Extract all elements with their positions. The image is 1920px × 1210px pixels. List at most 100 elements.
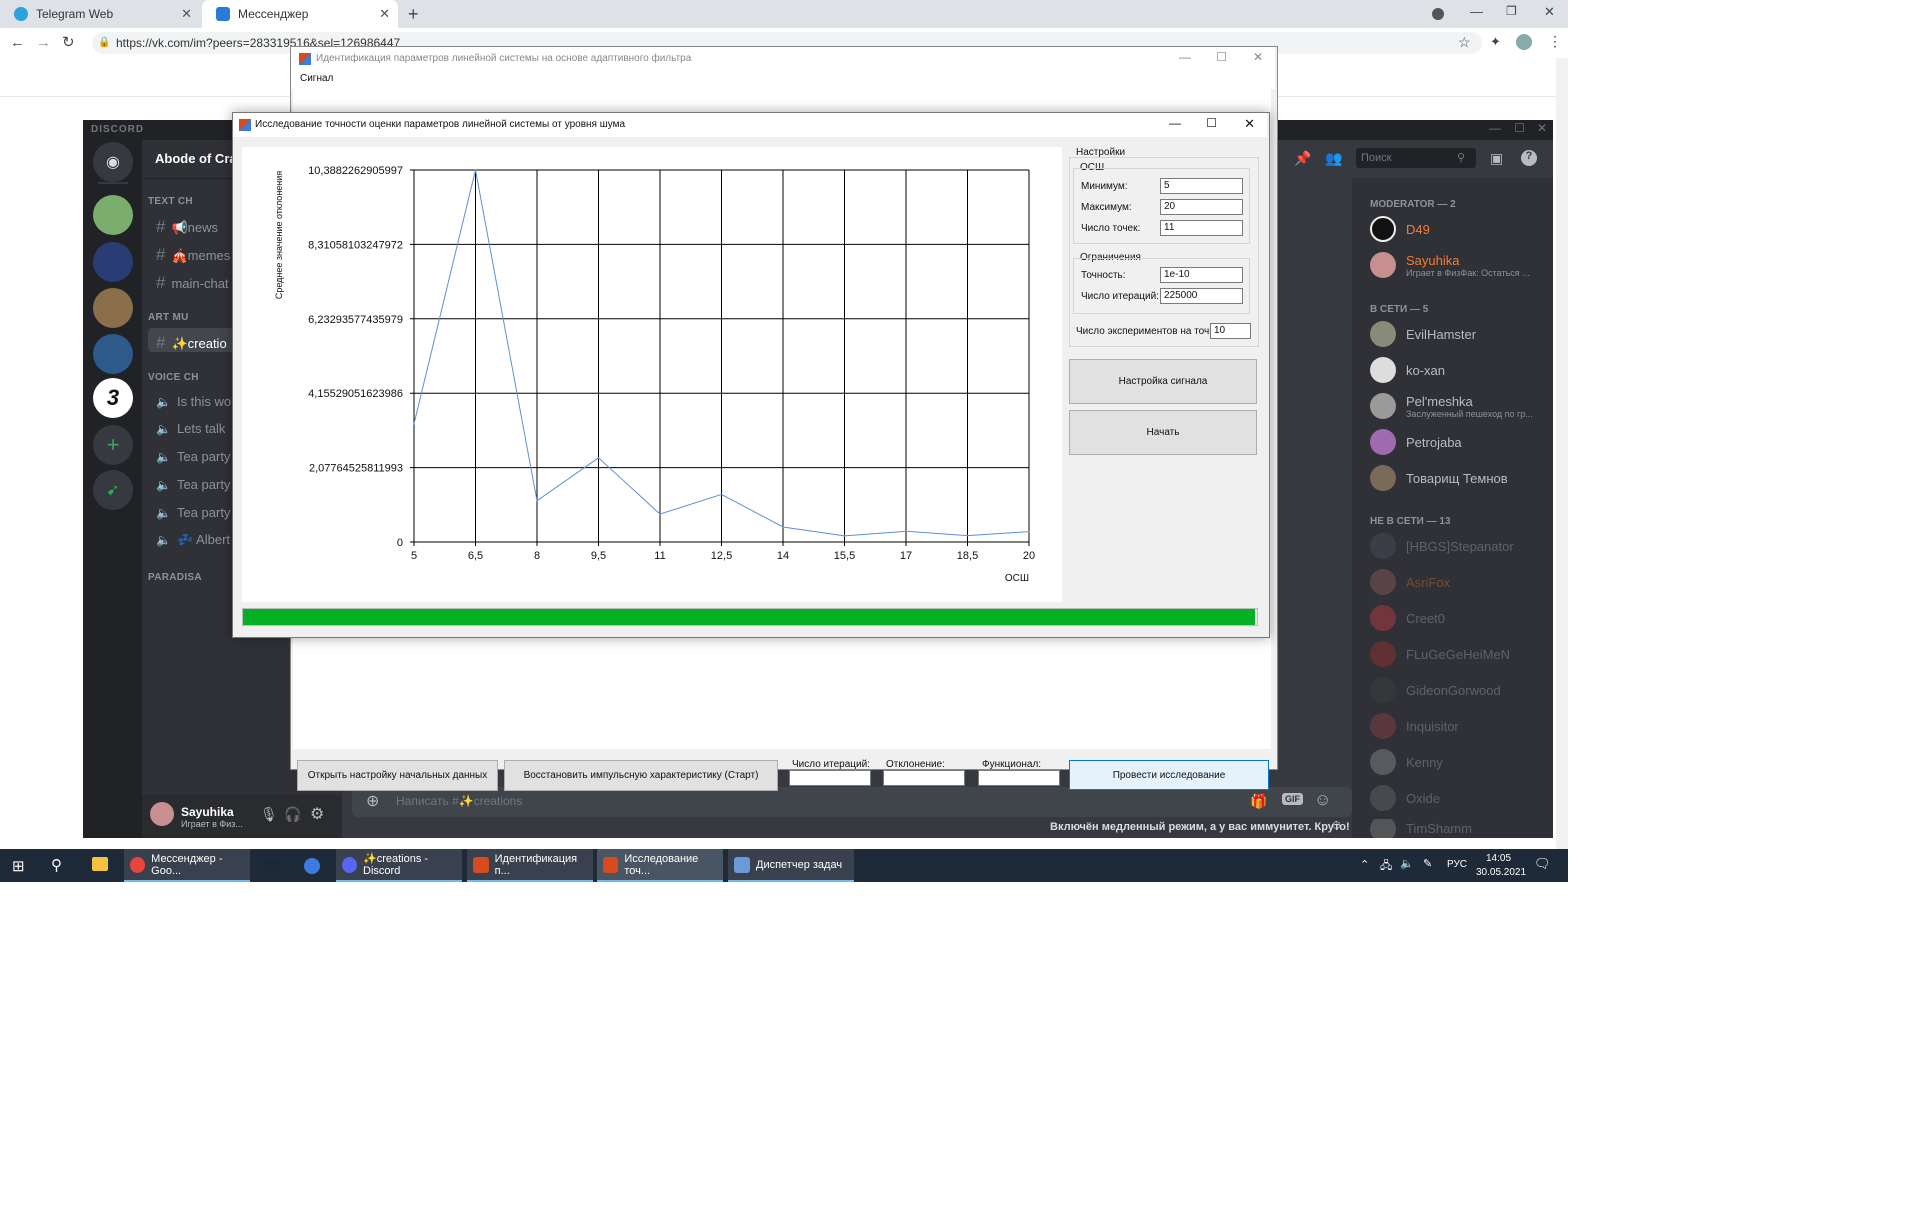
attach-icon[interactable]: ⊕: [366, 791, 379, 811]
tray-chevron-icon[interactable]: ⌃: [1360, 858, 1369, 871]
network-icon[interactable]: 🖧: [1380, 857, 1392, 876]
gift-icon[interactable]: 🎁: [1250, 793, 1267, 810]
server-icon[interactable]: [93, 288, 133, 328]
minimize-icon[interactable]: —: [1489, 121, 1501, 135]
member-item[interactable]: ko-xan: [1370, 355, 1445, 385]
members-icon[interactable]: 👥: [1325, 150, 1342, 167]
clock-time[interactable]: 14:05: [1486, 853, 1511, 864]
pen-icon[interactable]: ✎: [1423, 857, 1432, 870]
points-field[interactable]: 11: [1160, 220, 1243, 236]
restore-icon[interactable]: ❐: [1506, 4, 1517, 18]
close-icon[interactable]: ✕: [1244, 116, 1255, 132]
member-item[interactable]: EvilHamster: [1370, 319, 1476, 349]
windows-start-icon[interactable]: ⊞: [12, 857, 25, 875]
category-paradise[interactable]: PARADISA: [148, 572, 202, 583]
reload-icon[interactable]: ↻: [62, 33, 75, 51]
min-field[interactable]: 5: [1160, 178, 1243, 194]
category-text[interactable]: TEXT CH: [148, 196, 193, 207]
server-icon[interactable]: 3: [93, 378, 133, 418]
member-item[interactable]: Pel'meshka Заслуженный пешеход по гр...: [1370, 391, 1533, 421]
restore-impulse-button[interactable]: Восстановить импульсную характеристику (…: [504, 760, 778, 791]
taskbar-app[interactable]: [298, 849, 328, 882]
volume-icon[interactable]: 🔈: [1400, 857, 1414, 870]
scrollbar[interactable]: [1556, 58, 1568, 850]
start-button[interactable]: Начать: [1069, 410, 1257, 455]
member-item[interactable]: D49: [1370, 214, 1430, 244]
functional-field[interactable]: [978, 770, 1060, 786]
explore-icon[interactable]: ➹: [93, 470, 133, 510]
taskbar-task-manager[interactable]: Диспетчер задач: [728, 849, 854, 882]
menu-icon[interactable]: ⋮: [1548, 33, 1562, 50]
avatar[interactable]: [1516, 34, 1532, 50]
member-item[interactable]: [HBGS]Stepanator: [1370, 531, 1514, 561]
menu-signal[interactable]: Сигнал: [300, 73, 333, 84]
emoji-icon[interactable]: ☺: [1314, 790, 1331, 810]
new-tab-icon[interactable]: +: [408, 4, 419, 25]
notifications-icon[interactable]: 🗨: [1534, 856, 1551, 872]
server-icon[interactable]: [93, 195, 133, 235]
gif-icon[interactable]: GIF: [1282, 793, 1303, 805]
bookmark-star-icon[interactable]: ☆: [1458, 34, 1471, 51]
headphones-icon[interactable]: 🎧: [284, 806, 301, 823]
taskbar-discord[interactable]: ✨creations - Discord: [336, 849, 462, 882]
extensions-icon[interactable]: ✦: [1490, 34, 1501, 50]
voice-channel[interactable]: 🔈 Tea party: [156, 449, 230, 464]
taskbar-research[interactable]: Исследование точ...: [597, 849, 723, 882]
browser-tab-telegram[interactable]: Telegram Web ✕: [0, 0, 200, 28]
member-item[interactable]: Creet0: [1370, 603, 1445, 633]
maximize-icon[interactable]: ☐: [1514, 121, 1525, 135]
microphone-icon[interactable]: 🎙: [260, 806, 278, 823]
maximize-icon[interactable]: ☐: [1206, 116, 1217, 130]
iterations-field[interactable]: [789, 770, 871, 786]
voice-channel[interactable]: 🔈 Tea party: [156, 505, 230, 520]
member-item[interactable]: Товарищ Темнов: [1370, 463, 1508, 493]
gear-icon[interactable]: ⚙: [310, 804, 324, 824]
home-icon[interactable]: ◉: [93, 142, 133, 182]
inbox-icon[interactable]: ▣: [1490, 150, 1503, 167]
member-item[interactable]: AsriFox: [1370, 567, 1450, 597]
close-icon[interactable]: ✕: [1544, 4, 1555, 20]
add-server-icon[interactable]: +: [93, 425, 133, 465]
channel-creations[interactable]: # ✨creatio: [156, 333, 227, 353]
voice-channel[interactable]: 🔈 Tea party: [156, 477, 230, 492]
minimize-icon[interactable]: —: [1169, 116, 1181, 130]
voice-channel[interactable]: 🔈 Lets talk: [156, 421, 225, 436]
profile-menu-icon[interactable]: [1432, 8, 1444, 20]
precision-field[interactable]: 1e-10: [1160, 267, 1243, 283]
close-icon[interactable]: ✕: [1537, 121, 1547, 135]
member-item[interactable]: GideonGorwood: [1370, 675, 1501, 705]
member-item[interactable]: FLuGeGeHeiMeN: [1370, 639, 1510, 669]
category-art[interactable]: ART MU: [148, 312, 189, 323]
voice-channel[interactable]: 🔈 Is this wor: [156, 394, 235, 409]
max-field[interactable]: 20: [1160, 199, 1243, 215]
file-explorer-icon[interactable]: [92, 857, 108, 871]
clock-date[interactable]: 30.05.2021: [1476, 867, 1526, 878]
member-item[interactable]: Oxide: [1370, 783, 1440, 813]
taskbar-steam[interactable]: [258, 849, 288, 882]
back-icon[interactable]: ←: [10, 34, 25, 51]
close-icon[interactable]: ✕: [181, 6, 192, 22]
maximize-icon[interactable]: ☐: [1216, 50, 1227, 64]
open-settings-button[interactable]: Открыть настройку начальных данных: [297, 760, 498, 791]
search-icon[interactable]: ⚲: [51, 856, 62, 874]
browser-tab-messenger[interactable]: Мессенджер ✕: [202, 0, 398, 28]
taskbar-identification[interactable]: Идентификация п...: [467, 849, 593, 882]
close-icon[interactable]: ✕: [379, 6, 390, 22]
signal-setup-button[interactable]: Настройка сигнала: [1069, 359, 1257, 404]
member-item[interactable]: Sayuhika Играет в ФизФак: Остаться ...: [1370, 250, 1530, 280]
channel-news[interactable]: # 📢news: [156, 217, 218, 237]
run-research-button[interactable]: Провести исследование: [1069, 760, 1269, 790]
minimize-icon[interactable]: —: [1470, 4, 1483, 19]
server-icon[interactable]: [93, 242, 133, 282]
member-item[interactable]: Inquisitor: [1370, 711, 1459, 741]
avatar[interactable]: [150, 802, 174, 826]
member-item[interactable]: TimShamm: [1370, 819, 1472, 838]
experiments-field[interactable]: 10: [1210, 323, 1251, 339]
iterations-limit-field[interactable]: 225000: [1160, 288, 1243, 304]
category-voice[interactable]: VOICE CH: [148, 372, 199, 383]
language-indicator[interactable]: РУС: [1447, 859, 1467, 870]
close-icon[interactable]: ✕: [1253, 50, 1263, 64]
channel-main-chat[interactable]: # main-chat: [156, 273, 229, 293]
deviation-field[interactable]: [883, 770, 965, 786]
server-icon[interactable]: [93, 334, 133, 374]
